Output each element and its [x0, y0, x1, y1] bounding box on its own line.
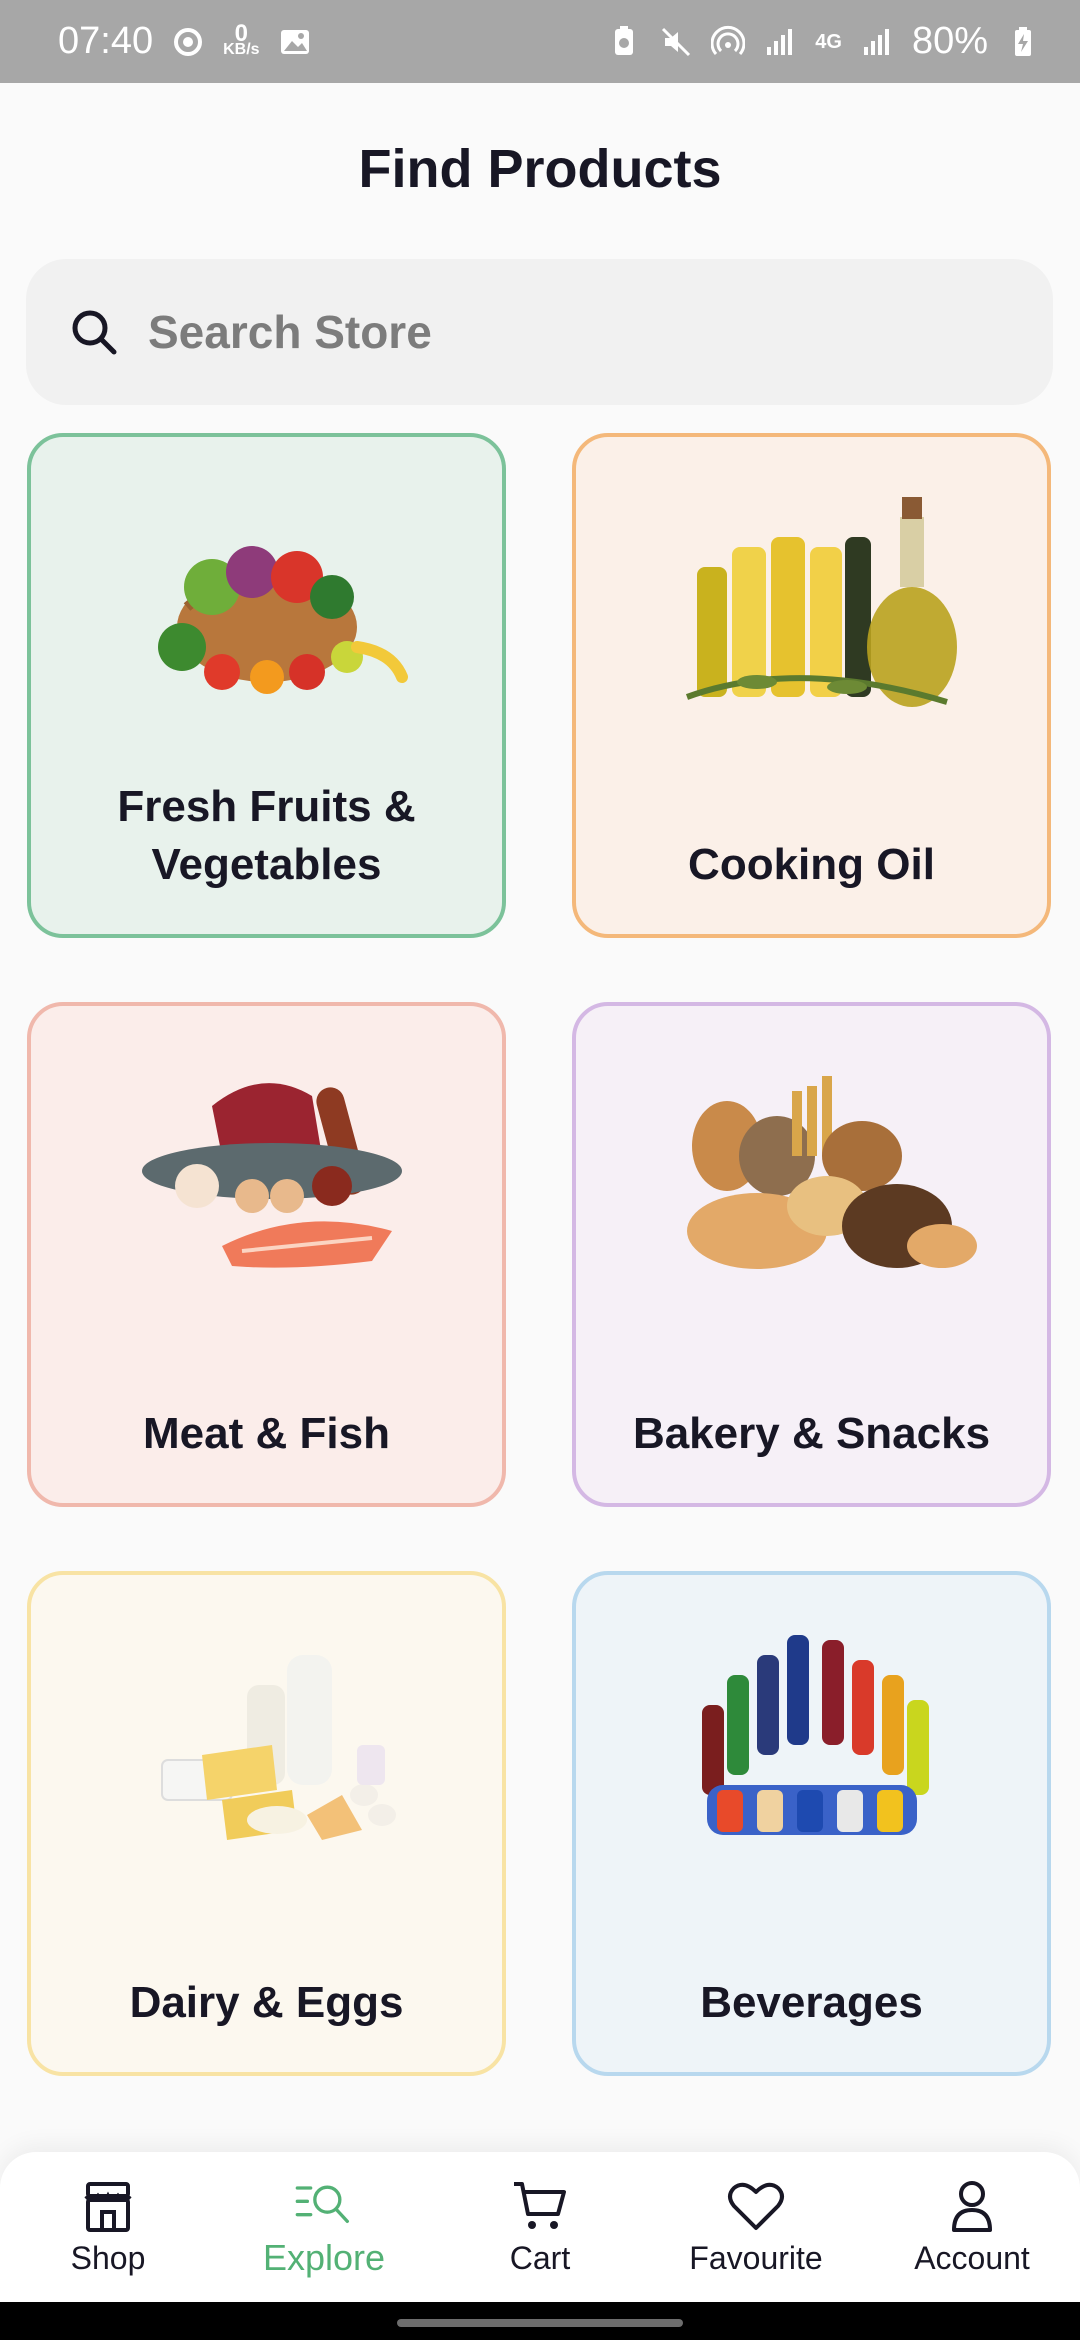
- explore-icon: [295, 2185, 349, 2223]
- category-card-meat-fish[interactable]: Meat & Fish: [27, 1002, 506, 1507]
- nav-item-shop[interactable]: Shop: [8, 2178, 208, 2277]
- battery-percent: 80%: [911, 20, 988, 62]
- status-bar-left: 07:40 0 KB/s: [58, 20, 312, 63]
- category-card-beverages[interactable]: Beverages: [572, 1571, 1051, 2076]
- category-label: Beverages: [700, 1978, 923, 2027]
- nav-label: Shop: [70, 2239, 146, 2276]
- home-gesture-handle[interactable]: [397, 2319, 683, 2327]
- sync-icon: [171, 25, 205, 59]
- nav-item-cart[interactable]: Cart: [440, 2178, 640, 2277]
- category-label: Fresh Fruits & Vegetables: [117, 782, 416, 889]
- cart-icon: [514, 2181, 566, 2229]
- battery-charging-icon: [1006, 25, 1040, 59]
- net-speed-unit: KB/s: [223, 40, 260, 58]
- nav-label: Cart: [509, 2239, 571, 2276]
- nav-item-explore[interactable]: Explore: [224, 2175, 424, 2279]
- category-card-cooking-oil[interactable]: Cooking Oil: [572, 433, 1051, 938]
- heart-icon: [728, 2182, 784, 2230]
- fruits-vegetables-image: [157, 546, 408, 694]
- net-speed: 0 KB/s: [223, 19, 260, 58]
- status-bar-right: 4G 80%: [607, 20, 1040, 63]
- person-icon: [952, 2180, 992, 2232]
- beverages-image: [701, 1635, 929, 1835]
- search-bar[interactable]: [26, 259, 1053, 405]
- category-label: Bakery & Snacks: [632, 1409, 991, 1458]
- nav-item-favourite[interactable]: Favourite: [656, 2178, 856, 2277]
- signal-icon: [763, 25, 797, 59]
- category-card-fruits-vegetables[interactable]: Fresh Fruits & Vegetables: [27, 433, 506, 938]
- category-card-dairy-eggs[interactable]: Dairy & Eggs: [27, 1571, 506, 2076]
- nav-label: Account: [914, 2239, 1030, 2276]
- nav-label: Favourite: [689, 2239, 823, 2276]
- signal-icon-2: [860, 25, 894, 59]
- category-label: Meat & Fish: [143, 1409, 390, 1458]
- net-speed-value: 0: [234, 19, 248, 47]
- mute-icon: [659, 25, 693, 59]
- category-label: Cooking Oil: [688, 840, 935, 889]
- network-type: 4G: [815, 30, 842, 53]
- category-label: Dairy & Eggs: [129, 1978, 404, 2027]
- search-input[interactable]: [146, 304, 950, 360]
- bottom-navigation: Shop Explore Cart Favourite Account: [0, 2152, 1080, 2302]
- status-time: 07:40: [58, 20, 154, 62]
- bakery-snacks-image: [686, 1076, 977, 1269]
- battery-saver-icon: [607, 25, 641, 59]
- hotspot-icon: [711, 25, 746, 59]
- system-navigation-bar: [0, 2302, 1080, 2340]
- meat-fish-image: [141, 1083, 402, 1268]
- category-card-bakery-snacks[interactable]: Bakery & Snacks: [572, 1002, 1051, 1507]
- nav-item-account[interactable]: Account: [872, 2178, 1072, 2277]
- status-bar: 07:40 0 KB/s 4G 80%: [0, 0, 1080, 83]
- search-icon: [66, 304, 122, 360]
- page-title: Find Products: [358, 139, 722, 199]
- dairy-eggs-image: [160, 1655, 396, 1840]
- nav-label: Explore: [262, 2237, 386, 2278]
- gallery-icon: [278, 25, 312, 59]
- store-icon: [84, 2181, 132, 2232]
- cooking-oil-image: [685, 497, 957, 707]
